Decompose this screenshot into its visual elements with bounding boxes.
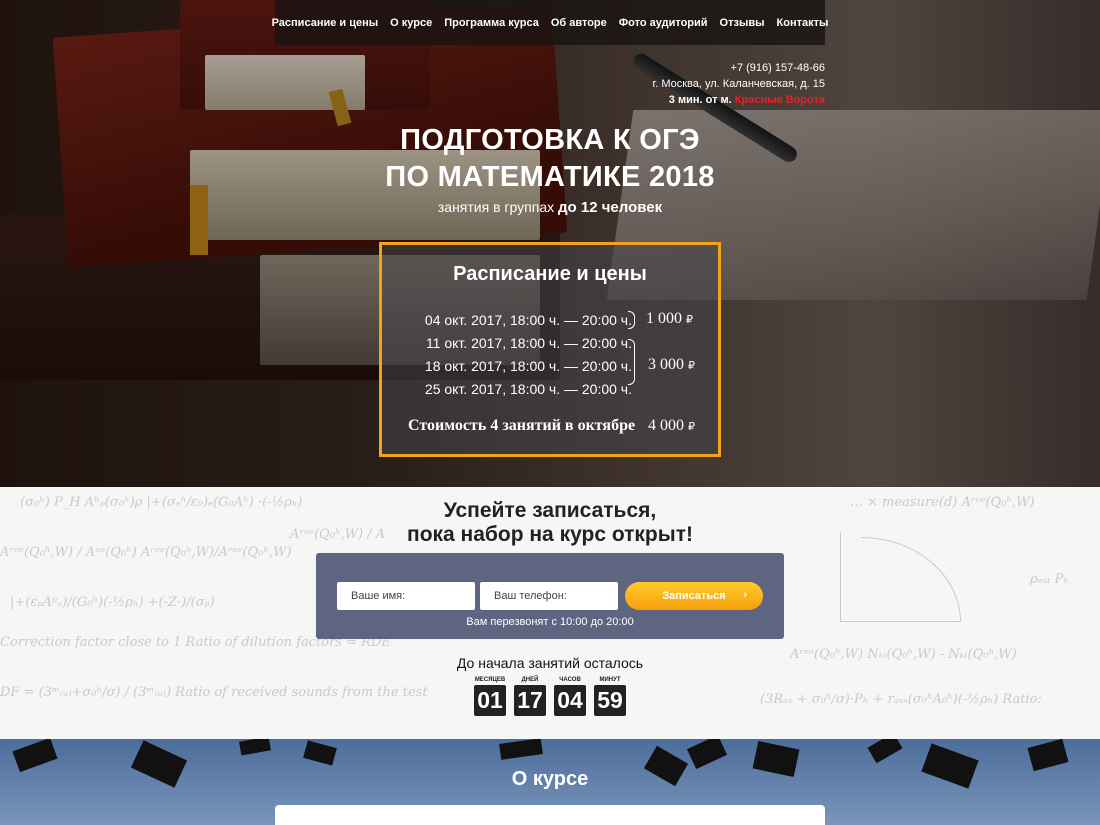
- countdown-label: ЧАСОВ: [559, 677, 581, 683]
- metro-station-name: Красные Ворота: [734, 94, 825, 106]
- schedule-item: 04 окт. 2017, 18:00 ч. — 20:00 ч.: [424, 312, 632, 328]
- graduation-cap-icon: [686, 739, 728, 770]
- schedule-title: Расписание и цены: [453, 263, 647, 285]
- metro-prefix: 3 мин. от м.: [668, 94, 732, 106]
- page-subtitle: занятия в группах до 12 человек: [0, 199, 1100, 216]
- formula-background: ρₑₓₜ Pₕ: [1030, 572, 1069, 587]
- countdown-months: МЕСЯЦЕВ 01: [474, 677, 506, 716]
- countdown-label: МЕСЯЦЕВ: [474, 677, 506, 683]
- address: г. Москва, ул. Каланчевская, д. 15: [652, 78, 825, 90]
- graduation-cap-icon: [499, 739, 543, 760]
- total-price: 4 000 ₽: [648, 417, 695, 435]
- main-nav: Расписание и цены О курсе Программа курс…: [272, 0, 828, 45]
- chevron-right-icon: ›: [743, 589, 747, 601]
- ruble-icon: ₽: [688, 421, 695, 433]
- phone-number[interactable]: +7 (916) 157-48-66: [653, 60, 825, 76]
- formula-background: |+(εₚAᵖᵤ)/(G₀ʰ)(-½ρₕ) +(-Z·)/(σₚ): [10, 595, 215, 610]
- countdown-value: 04: [554, 685, 586, 716]
- brace-icon: [628, 339, 635, 385]
- nav-item-schedule[interactable]: Расписание и цены: [272, 17, 379, 29]
- schedule-item: 11 окт. 2017, 18:00 ч. — 20:00 ч.: [425, 335, 632, 351]
- nav-item-photos[interactable]: Фото аудиторий: [619, 17, 708, 29]
- heading-line: Успейте записаться,: [443, 499, 657, 522]
- countdown-hours: ЧАСОВ 04: [554, 677, 586, 716]
- signup-button[interactable]: Записаться ›: [625, 582, 763, 610]
- nav-item-author[interactable]: Об авторе: [551, 17, 607, 29]
- schedule-price-box: Расписание и цены 04 окт. 2017, 18:00 ч.…: [379, 242, 721, 457]
- countdown-value: 01: [474, 685, 506, 716]
- title-line: ПО МАТЕМАТИКЕ 2018: [385, 161, 715, 193]
- signup-heading: Успейте записаться, пока набор на курс о…: [0, 499, 1100, 547]
- formula-background: DF = (3ᵐ₍ᵤ₎+σ₀ʰ/σ) / (3ᵐ₍ᵤ₎) Ratio of re…: [0, 685, 428, 700]
- formula-background: (3Rₐₓ + σ₀ʰ/σ)·Pₕ + rₐₓₓ(σ₀ʰA₀ʰ)(-½ρₕ) R…: [760, 692, 1042, 707]
- nav-item-about-course[interactable]: О курсе: [390, 17, 432, 29]
- phone-input[interactable]: [480, 582, 618, 610]
- graduation-cap-icon: [239, 739, 271, 756]
- subtitle-emphasis: до 12 человек: [558, 199, 663, 216]
- schedule-item: 18 окт. 2017, 18:00 ч. — 20:00 ч.: [424, 358, 632, 374]
- title-line: ПОДГОТОВКА К ОГЭ: [400, 124, 700, 156]
- formula-background: Aʳᵉᵉ(Q₀ʰ,W) / Aᵉᵉ(Q₀ʰ) Aʳᵉᵉ(Q₀ʰ,W)/Aʳᵉᵉ(…: [0, 545, 292, 560]
- countdown-title: До начала занятий осталось: [456, 655, 644, 671]
- price-single: 1 000 ₽: [646, 310, 693, 328]
- countdown-days: ДНЕЙ 17: [514, 677, 546, 716]
- signup-button-label: Записаться: [662, 590, 726, 602]
- countdown-value: 59: [594, 685, 626, 716]
- nav-item-program[interactable]: Программа курса: [444, 17, 539, 29]
- graduation-cap-icon: [867, 739, 903, 764]
- signup-form: Записаться › Вам перезвонят с 10:00 до 2…: [316, 553, 784, 639]
- schedule-list: 04 окт. 2017, 18:00 ч. — 20:00 ч. 11 окт…: [382, 309, 632, 401]
- heading-line: пока набор на курс открыт!: [407, 523, 693, 546]
- about-section: О курсе: [0, 739, 1100, 825]
- nav-item-contacts[interactable]: Контакты: [777, 17, 829, 29]
- callback-note: Вам перезвонят с 10:00 до 20:00: [466, 616, 634, 628]
- countdown-label: МИНУТ: [599, 677, 621, 683]
- name-input[interactable]: [337, 582, 475, 610]
- about-card: [275, 805, 825, 825]
- price-value: 3 000: [648, 356, 684, 373]
- hero-section: Расписание и цены О курсе Программа курс…: [0, 0, 1100, 487]
- countdown-label: ДНЕЙ: [521, 677, 539, 683]
- price-value: 1 000: [646, 310, 682, 327]
- ruble-icon: ₽: [688, 360, 695, 372]
- brace-icon: [628, 311, 635, 329]
- ruble-icon: ₽: [686, 314, 693, 326]
- countdown-value: 17: [514, 685, 546, 716]
- countdown-minutes: МИНУТ 59: [594, 677, 626, 716]
- price-value: 4 000: [648, 417, 684, 434]
- price-three: 3 000 ₽: [648, 356, 695, 374]
- schedule-item: 25 окт. 2017, 18:00 ч. — 20:00 ч.: [424, 381, 632, 397]
- about-heading: О курсе: [511, 768, 589, 790]
- signup-section: (σ₀ʰ) P_H Aʰₚ(σ₀ʰ)ρ |+(σₑʰ/ε₀)ₑ(G₀Aʰ) ·(…: [0, 487, 1100, 739]
- page-title: ПОДГОТОВКА К ОГЭ ПО МАТЕМАТИКЕ 2018: [0, 122, 1100, 196]
- total-label: Стоимость 4 занятий в октябре: [408, 417, 636, 434]
- nav-item-reviews[interactable]: Отзывы: [720, 17, 765, 29]
- graduation-cap-icon: [1027, 739, 1069, 772]
- subtitle-text: занятия в группах: [437, 199, 555, 215]
- graduation-cap-icon: [303, 740, 337, 766]
- metro-info: 3 мин. от м. Красные Ворота: [653, 92, 825, 108]
- contact-info: +7 (916) 157-48-66 г. Москва, ул. Каланч…: [653, 60, 825, 108]
